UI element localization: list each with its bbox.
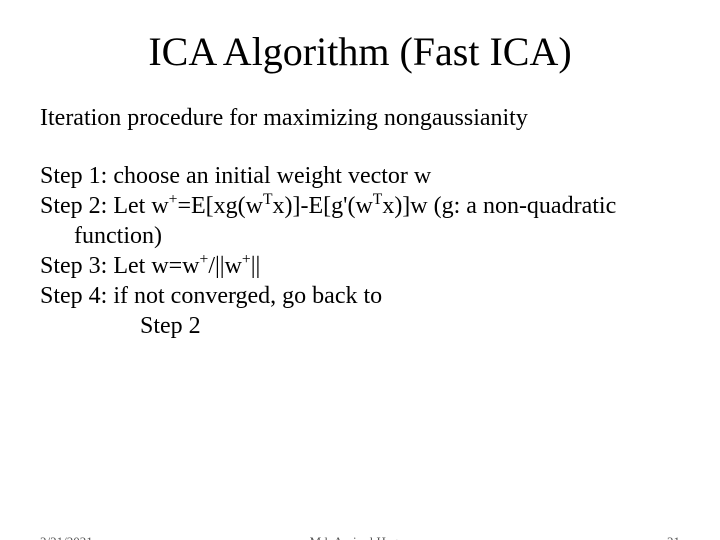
step-3-part-a: Step 3: Let w=w	[40, 253, 200, 279]
step-3: Step 3: Let w=w+/||w+||	[40, 251, 680, 281]
slide-title: ICA Algorithm (Fast ICA)	[0, 28, 720, 75]
sup-t-2: T	[373, 191, 383, 208]
step-2-part-c: x)]-E[g'(w	[273, 193, 373, 219]
footer-author: Md. Aminul Haque	[40, 534, 680, 540]
sup-t-1: T	[263, 191, 273, 208]
footer: 2/21/2021 Md. Aminul Haque 21	[40, 534, 680, 540]
sup-plus-2: +	[200, 251, 209, 268]
step-3-part-c: ||	[251, 253, 261, 279]
step-2-line1: Step 2: Let w+=E[xg(wTx)]-E[g'(wTx)]w (g…	[40, 191, 680, 221]
step-2-part-d: x)]w (g: a non-quadratic	[382, 193, 616, 219]
subtitle: Iteration procedure for maximizing nonga…	[40, 103, 680, 133]
sup-plus-3: +	[242, 251, 251, 268]
step-4-line2: Step 2	[40, 311, 680, 341]
step-1: Step 1: choose an initial weight vector …	[40, 161, 680, 191]
slide: ICA Algorithm (Fast ICA) Iteration proce…	[0, 28, 720, 540]
slide-body: Iteration procedure for maximizing nonga…	[0, 103, 720, 341]
step-2-line2: function)	[40, 221, 680, 251]
steps-block: Step 1: choose an initial weight vector …	[40, 161, 680, 341]
step-2-part-b: =E[xg(w	[177, 193, 263, 219]
step-4-line1: Step 4: if not converged, go back to	[40, 281, 680, 311]
step-2-part-a: Step 2: Let w	[40, 193, 169, 219]
step-3-part-b: /||w	[208, 253, 242, 279]
